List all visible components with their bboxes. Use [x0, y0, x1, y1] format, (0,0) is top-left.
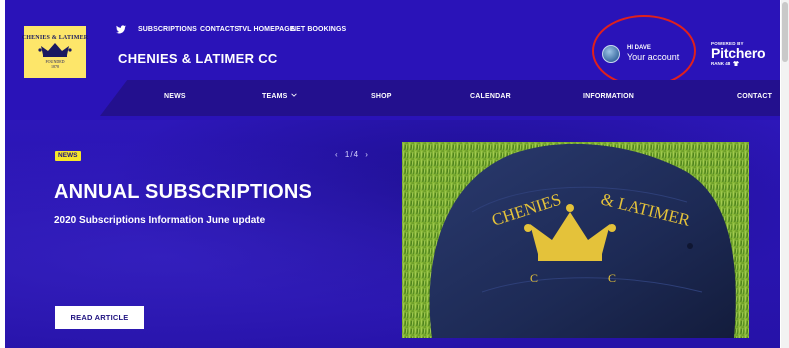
account-text: HI DAVE Your account [627, 45, 679, 63]
pitchero-branding[interactable]: POWERED BY Pitchero RANK 48 [711, 41, 766, 66]
cap-initial-left: C [530, 271, 538, 285]
main-nav: NEWS TEAMS SHOP CALENDAR INFORMATION CON… [100, 80, 780, 116]
your-account-link[interactable]: Your account [627, 52, 679, 63]
toplink-subscriptions[interactable]: SUBSCRIPTIONS [138, 26, 200, 33]
crest-year: 1878 [51, 64, 59, 69]
nav-information[interactable]: INFORMATION [583, 93, 634, 100]
cap-initial-right: C [608, 271, 616, 285]
site-header: CHENIES & LATIMER FOUNDED 1878 SUBSCRIPT… [5, 0, 780, 87]
slider-next-button[interactable]: › [365, 150, 369, 159]
article-subtitle: 2020 Subscriptions Information June upda… [54, 215, 266, 226]
site-page: CHENIES & LATIMER FOUNDED 1878 SUBSCRIPT… [5, 0, 780, 348]
news-category-badge: NEWS [55, 151, 81, 161]
crown-icon [38, 43, 72, 57]
scrollbar-thumb[interactable] [782, 2, 788, 62]
pitchero-logo[interactable]: Pitchero [711, 46, 766, 61]
shirt-icon [732, 61, 739, 66]
nav-contact[interactable]: CONTACT [737, 93, 772, 100]
slider-prev-button[interactable]: ‹ [335, 150, 339, 159]
club-rank: RANK 48 [711, 61, 765, 66]
article-title[interactable]: ANNUAL SUBSCRIPTIONS [54, 181, 312, 204]
top-links: SUBSCRIPTIONS CONTACTS TVL HOMEPAGE NET … [138, 26, 346, 33]
nav-news[interactable]: NEWS [164, 93, 186, 100]
club-name[interactable]: CHENIES & LATIMER CC [118, 51, 278, 66]
club-rank-label: RANK 48 [711, 61, 731, 66]
article-photo[interactable]: CHENIES & LATIMER C C [402, 142, 749, 338]
slider-position: 1/4 [344, 150, 360, 159]
club-crest-logo[interactable]: CHENIES & LATIMER FOUNDED 1878 [22, 26, 88, 78]
toplink-contacts[interactable]: CONTACTS [200, 26, 239, 33]
slider-controls: ‹ 1/4 › [335, 150, 369, 159]
account-menu[interactable]: HI DAVE Your account [602, 45, 679, 63]
cap-photo: CHENIES & LATIMER C C [402, 142, 749, 338]
account-greeting: HI DAVE [627, 45, 651, 51]
nav-teams-label: TEAMS [262, 93, 288, 100]
toplink-tvl-homepage[interactable]: TVL HOMEPAGE [238, 26, 294, 33]
twitter-icon[interactable] [116, 25, 126, 34]
toplink-net-bookings[interactable]: NET BOOKINGS [291, 26, 346, 33]
read-article-button[interactable]: READ ARTICLE [55, 306, 144, 329]
avatar[interactable] [602, 45, 620, 63]
nav-shop[interactable]: SHOP [371, 93, 392, 100]
nav-teams[interactable]: TEAMS [262, 93, 297, 100]
chevron-down-icon [290, 93, 297, 97]
nav-calendar[interactable]: CALENDAR [470, 93, 511, 100]
